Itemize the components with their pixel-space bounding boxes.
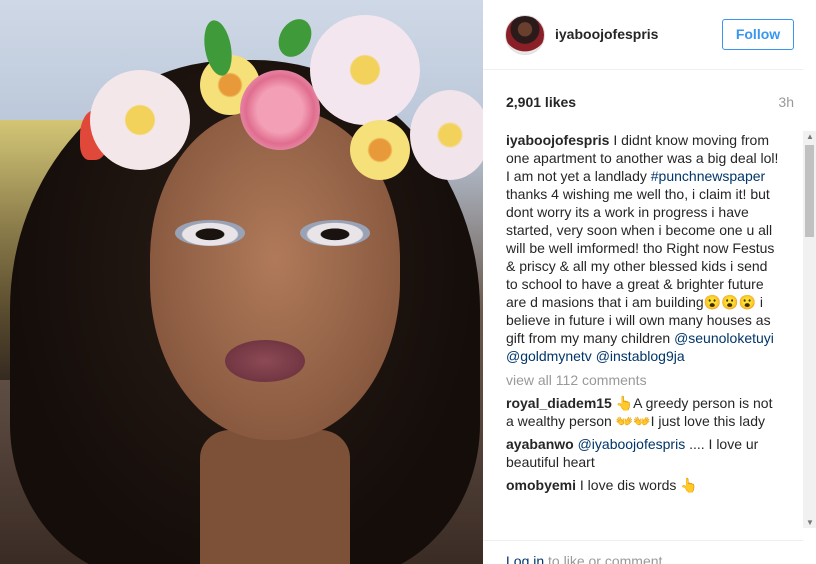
post-header: iyaboojofespris Follow [483,0,803,70]
likes-row: 2,901 likes 3h [506,94,794,110]
flower [410,90,483,180]
post-details-panel: iyaboojofespris Follow 2,901 likes 3h iy… [483,0,816,564]
left-eye [175,220,245,246]
flower [310,15,420,125]
follow-button[interactable]: Follow [722,19,794,50]
post-photo[interactable] [0,0,483,564]
scroll-down-icon[interactable]: ▼ [806,518,814,527]
comment-username[interactable]: royal_diadem15 [506,395,612,411]
flower [90,70,190,170]
neck [200,430,350,564]
mention-link[interactable]: @goldmynetv [506,348,592,364]
post-footer: Log in to like or comment. ... [483,540,803,564]
comment: ayabanwo @iyaboojofespris .... I love ur… [506,435,781,471]
mention-link[interactable]: @iyaboojofespris [578,436,686,452]
flower [350,120,410,180]
login-prompt-text: to like or comment. [544,553,667,564]
comment-username[interactable]: ayabanwo [506,436,574,452]
scroll-thumb[interactable] [805,145,814,237]
scroll-up-icon[interactable]: ▲ [806,132,814,141]
more-options-icon[interactable]: ... [778,553,793,564]
caption-username[interactable]: iyaboojofespris [506,132,609,148]
comments-list[interactable]: iyaboojofespris I didnt know moving from… [506,131,781,528]
flower [240,70,320,150]
comment-username[interactable]: omobyemi [506,477,576,493]
comment-text: I love dis words 👆 [576,477,698,493]
right-eye [300,220,370,246]
comment: royal_diadem15 👆A greedy person is not a… [506,394,781,430]
comment: omobyemi I love dis words 👆 [506,476,781,494]
post-time[interactable]: 3h [778,94,794,110]
login-link[interactable]: Log in [506,553,544,564]
profile-avatar[interactable] [505,15,545,55]
likes-count[interactable]: 2,901 likes [506,94,576,110]
caption-text-2: thanks 4 wishing me well tho, i claim it… [506,186,775,346]
hashtag-link[interactable]: #punchnewspaper [651,168,765,184]
mention-link[interactable]: @instablog9ja [596,348,685,364]
header-username[interactable]: iyaboojofespris [555,26,658,42]
view-all-comments-link[interactable]: view all 112 comments [506,371,781,389]
scrollbar[interactable]: ▲ ▼ [803,131,816,528]
caption: iyaboojofespris I didnt know moving from… [506,131,781,365]
login-prompt: Log in to like or comment. [506,553,666,564]
mention-link[interactable]: @seunoloketuyi [674,330,774,346]
lips [225,340,305,382]
flower-crown-filter [70,10,483,220]
